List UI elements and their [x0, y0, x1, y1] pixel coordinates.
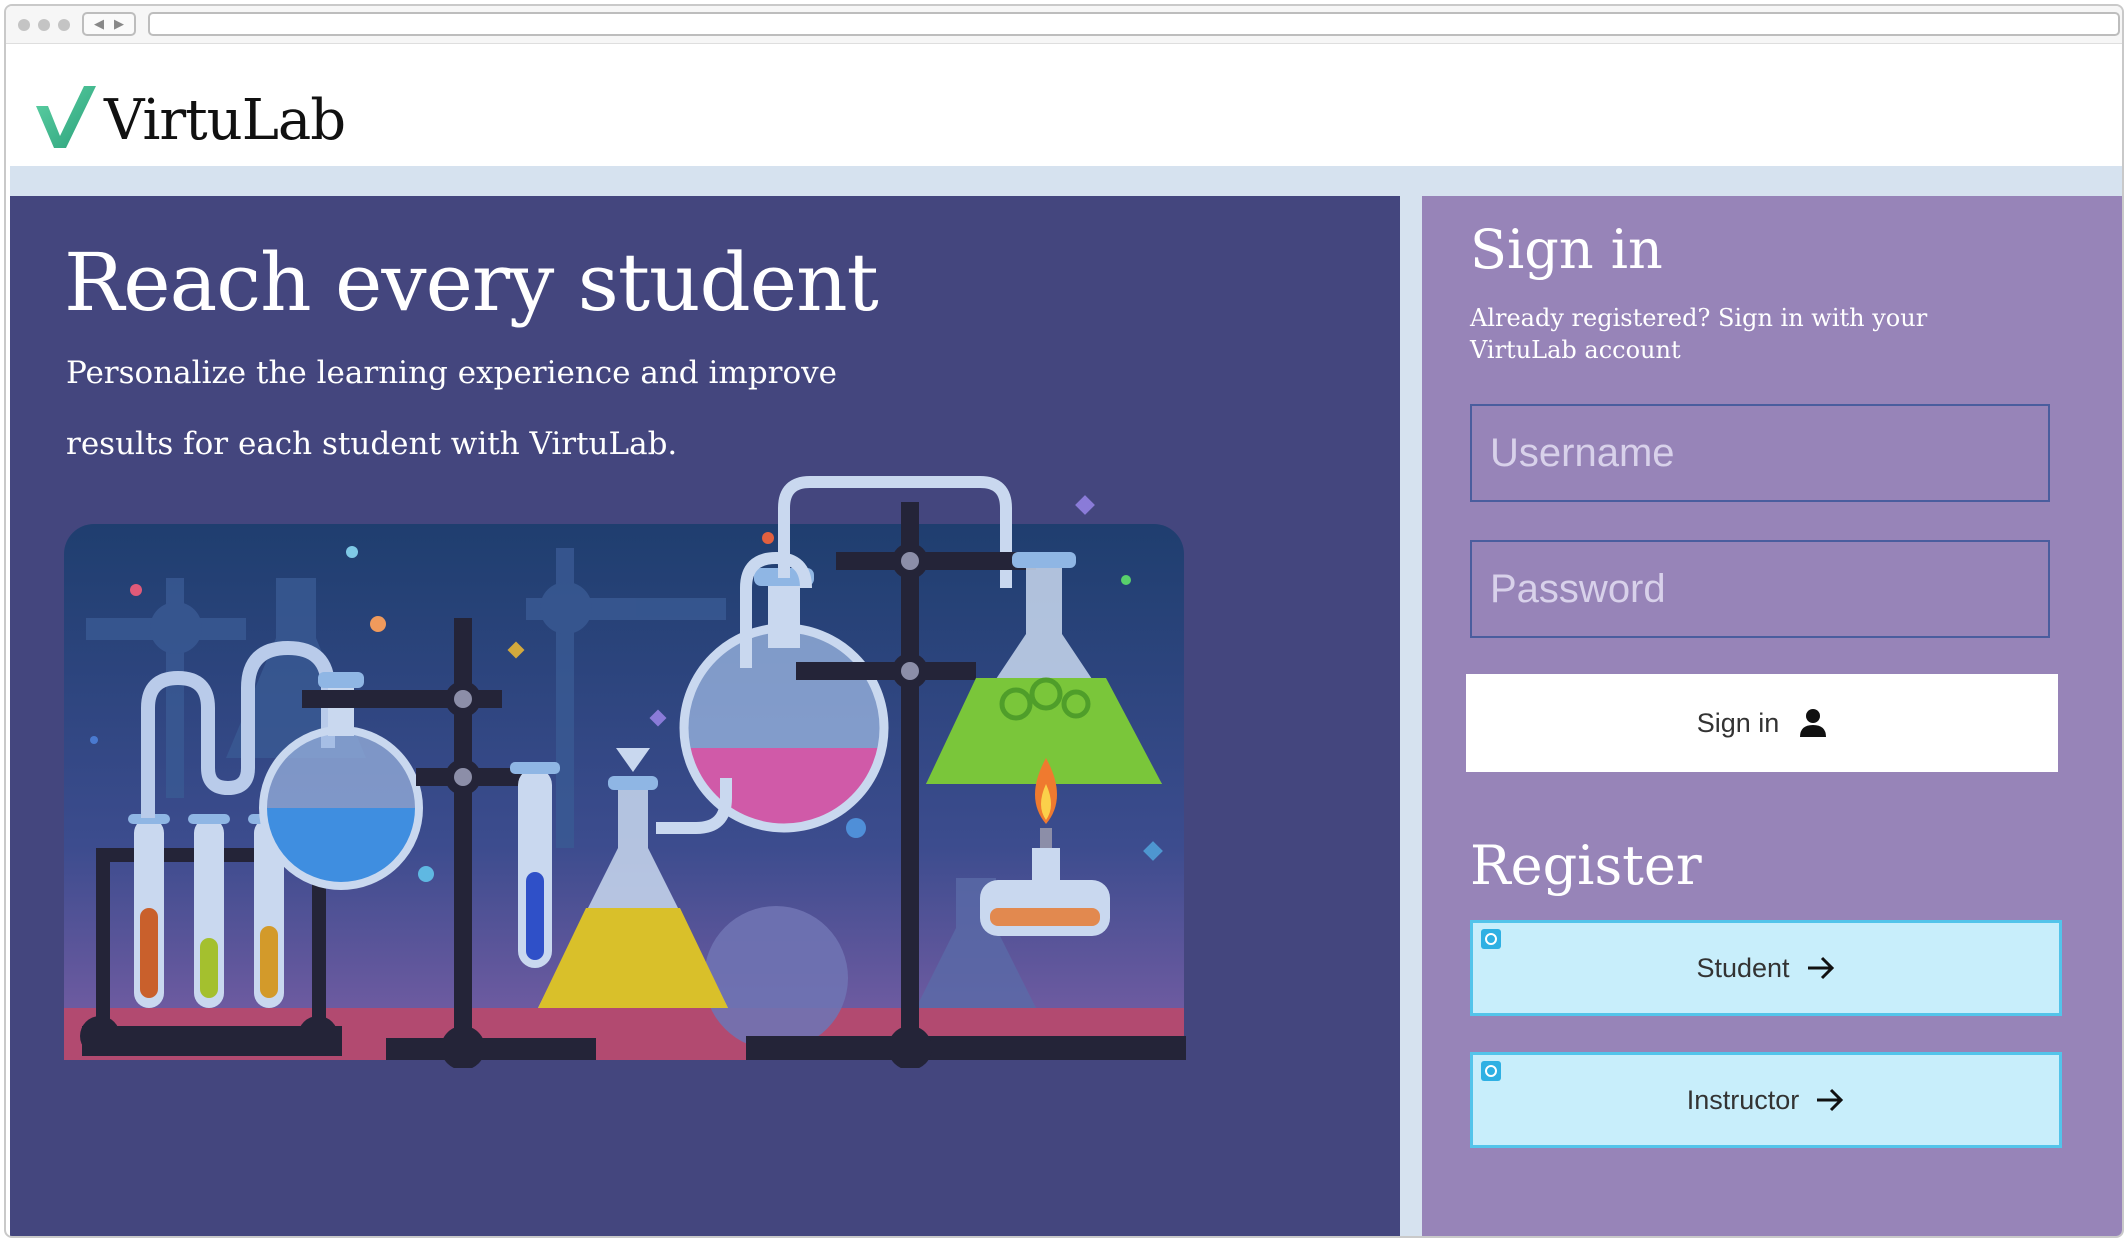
signin-button-label: Sign in [1696, 707, 1780, 738]
forward-icon[interactable]: ▶ [114, 17, 124, 32]
browser-window: ◀ ▶ VirtuLab Reach every student Persona… [4, 4, 2124, 1238]
checkmark-logo-icon[interactable] [34, 86, 100, 152]
auth-panel: Sign in Already registered? Sign in with… [1422, 196, 2122, 1236]
laboratory-illustration [64, 476, 1186, 1068]
signin-title: Sign in [1470, 218, 1663, 281]
window-control-dot[interactable] [18, 19, 30, 31]
password-input[interactable] [1470, 540, 2050, 638]
back-forward-buttons[interactable]: ◀ ▶ [82, 12, 136, 36]
window-control-dot[interactable] [38, 19, 50, 31]
signin-description: Already registered? Sign in with your Vi… [1470, 304, 1928, 364]
register-student-label: Student [1696, 952, 1790, 983]
browser-chrome: ◀ ▶ [6, 6, 2122, 44]
hero-title: Reach every student [64, 236, 879, 329]
header-divider-band [10, 166, 2122, 196]
logo-text[interactable]: VirtuLab [104, 88, 346, 153]
register-instructor-button[interactable]: Instructor [1470, 1052, 2062, 1148]
register-title: Register [1470, 834, 1702, 897]
window-control-dot[interactable] [58, 19, 70, 31]
register-marker-icon [1481, 929, 1501, 949]
register-marker-icon [1481, 1061, 1501, 1081]
register-student-button[interactable]: Student [1470, 920, 2062, 1016]
hero-subtitle: Personalize the learning experience and … [66, 355, 838, 462]
register-instructor-label: Instructor [1686, 1084, 1800, 1115]
address-bar[interactable] [148, 12, 2120, 36]
arrow-right-icon [1815, 1087, 1845, 1113]
username-input[interactable] [1470, 404, 2050, 502]
hero-section: Reach every student Personalize the lear… [10, 196, 1400, 1236]
person-icon [1799, 708, 1827, 738]
site-header: VirtuLab [6, 44, 2122, 166]
arrow-right-icon [1806, 955, 1836, 981]
signin-button[interactable]: Sign in [1466, 674, 2058, 772]
main-content: Reach every student Personalize the lear… [10, 196, 2122, 1236]
back-icon[interactable]: ◀ [94, 17, 104, 32]
